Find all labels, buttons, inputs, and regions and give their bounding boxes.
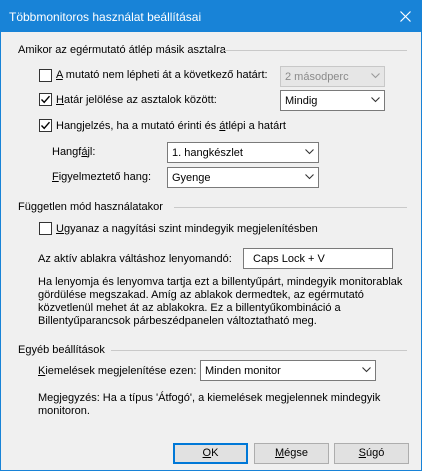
border-mark-checkbox[interactable] [39, 93, 52, 106]
checkmark-icon [40, 121, 51, 130]
dialog-window: Többmonitoros használat beállításai Amik… [0, 0, 422, 471]
sound-checkbox[interactable] [39, 119, 52, 132]
chevron-down-icon [305, 174, 314, 180]
chevron-down-icon [371, 97, 380, 103]
highlight-note: Megjegyzés: Ha a típus 'Átfogó', a kieme… [38, 392, 381, 417]
help-button[interactable]: Súgó [334, 443, 409, 464]
ok-button[interactable]: OK [173, 443, 248, 464]
sound-label[interactable]: Hangjelzés, ha a mutató érinti és átlépi… [56, 120, 286, 132]
sound-file-label: Hangfájl: [52, 146, 96, 158]
group-title-independent-mode: Független mód használatakor [18, 201, 163, 213]
checkmark-icon [40, 95, 51, 104]
group-separator [224, 50, 407, 51]
no-cross-delay-select[interactable]: 2 másodperc [280, 66, 385, 87]
highlight-label: Kiemelések megjelenítése ezen: [38, 365, 197, 377]
cancel-button[interactable]: Mégse [254, 443, 329, 464]
same-zoom-label[interactable]: Ugyanaz a nagyítási szint mindegyik megj… [56, 223, 318, 235]
warning-sound-label: Figyelmeztető hang: [52, 171, 152, 183]
no-cross-checkbox[interactable] [39, 69, 52, 82]
border-mark-select[interactable]: Mindig [280, 90, 385, 111]
window-title: Többmonitoros használat beállításai [9, 10, 202, 24]
hotkey-label: Az aktív ablakra váltáshoz lenyomandó: [38, 253, 232, 265]
hotkey-description: Ha lenyomja és lenyomva tartja ezt a bil… [38, 276, 403, 327]
border-mark-label[interactable]: Határ jelölése az asztalok között: [56, 94, 217, 106]
title-bar[interactable]: Többmonitoros használat beállításai [1, 1, 421, 32]
sound-file-select[interactable]: 1. hangkészlet [167, 142, 319, 163]
highlight-select[interactable]: Minden monitor [200, 360, 376, 381]
group-title-other-settings: Egyéb beállítások [18, 344, 105, 356]
close-icon [399, 11, 411, 22]
same-zoom-checkbox[interactable] [39, 222, 52, 235]
warning-sound-select[interactable]: Gyenge [167, 167, 319, 188]
close-button[interactable] [389, 1, 421, 32]
group-title-desktop-crossing: Amikor az egérmutató átlép másik asztalr… [18, 44, 226, 56]
chevron-down-icon [305, 149, 314, 155]
hotkey-field[interactable]: Caps Lock + V [243, 248, 393, 269]
group-separator [111, 350, 407, 351]
chevron-down-icon [362, 367, 371, 373]
group-separator [174, 207, 407, 208]
no-cross-label[interactable]: A mutató nem lépheti át a következő hatá… [56, 69, 268, 81]
chevron-down-icon [371, 73, 380, 79]
